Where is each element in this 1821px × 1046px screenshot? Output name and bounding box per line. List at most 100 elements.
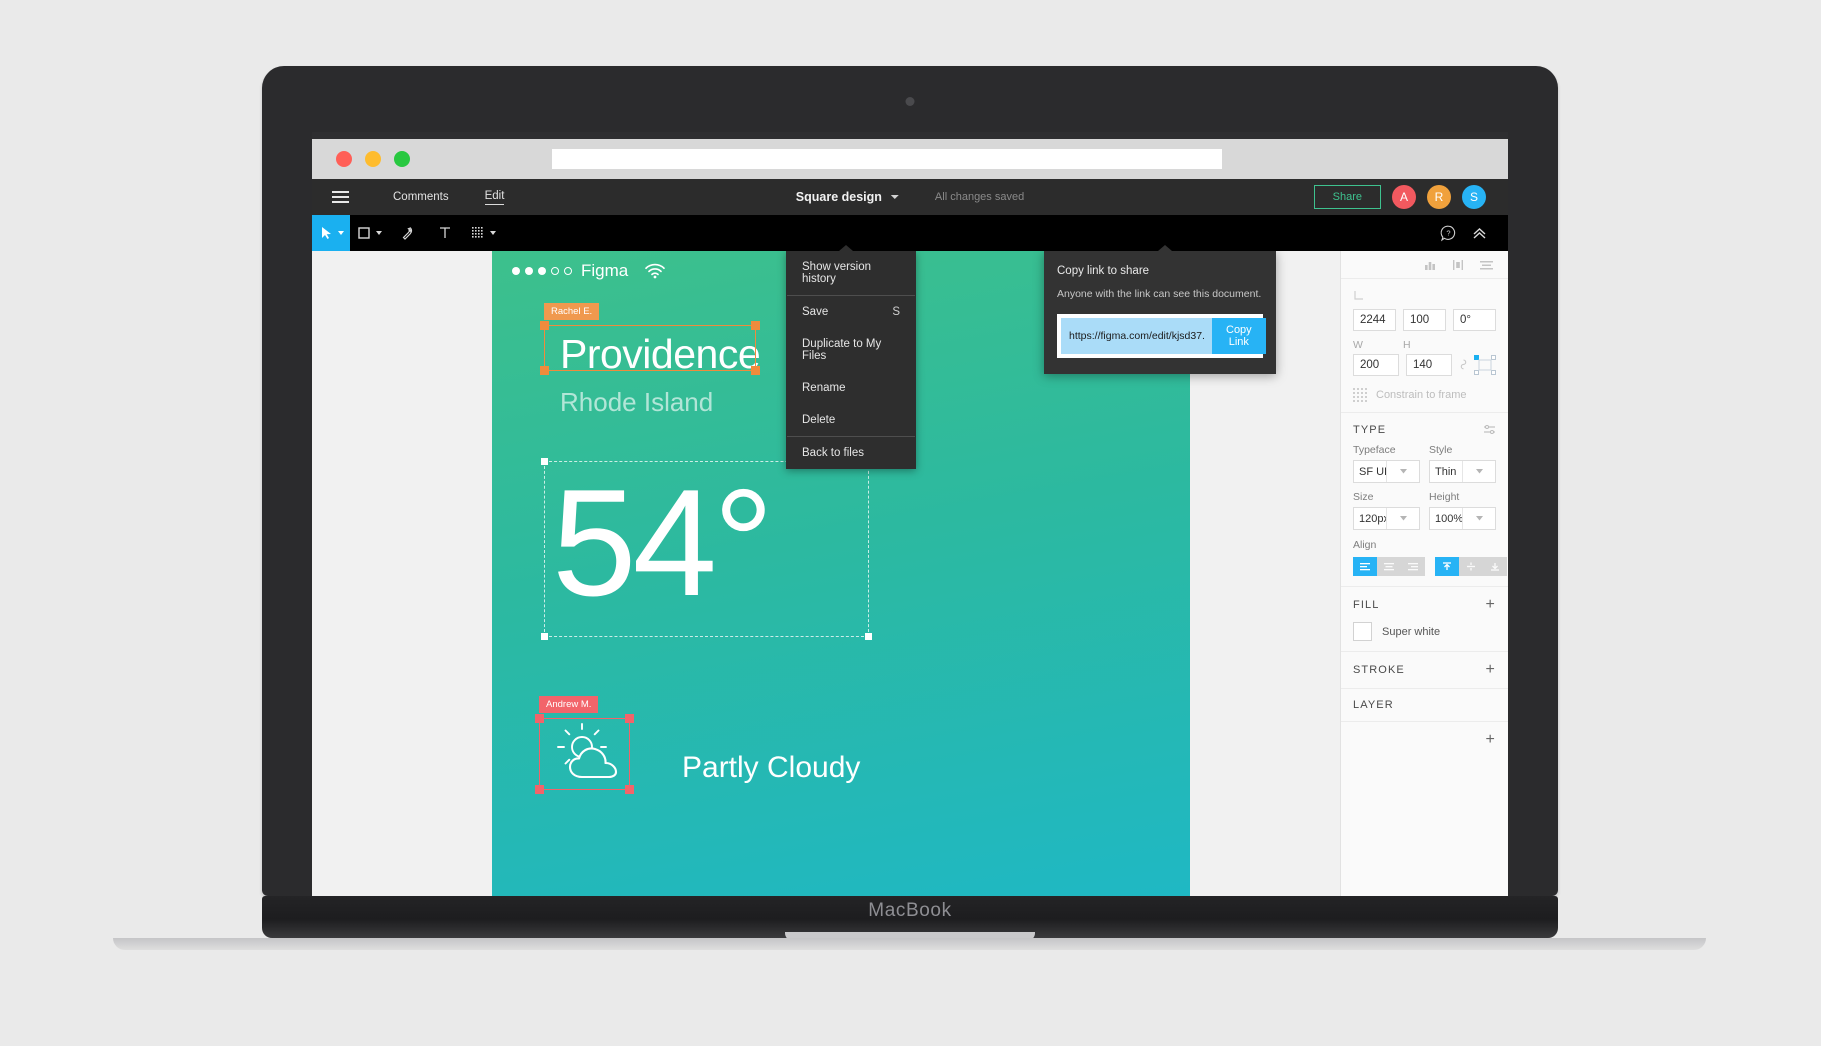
align-top-button[interactable]	[1435, 557, 1459, 576]
selection-weather-icon[interactable]	[535, 714, 634, 794]
copy-link-button[interactable]: Copy Link	[1212, 318, 1266, 354]
menu-item-label: Back to files	[802, 447, 864, 459]
y-field[interactable]: 100	[1403, 309, 1446, 331]
document-title-dropdown[interactable]: Square design	[796, 190, 899, 204]
line-height-select[interactable]: 100%	[1429, 507, 1496, 530]
fill-color-swatch[interactable]	[1353, 622, 1372, 641]
chevron-down-icon	[337, 231, 344, 235]
collapse-icon[interactable]	[1471, 225, 1488, 242]
layer-section: LAYER	[1341, 689, 1508, 722]
anchor-point-selector[interactable]	[1474, 355, 1496, 375]
constrain-label: Constrain to frame	[1376, 389, 1467, 401]
fill-swatch-row[interactable]: Super white	[1353, 622, 1496, 641]
w-label: W	[1353, 339, 1363, 351]
avatar[interactable]: A	[1392, 185, 1416, 209]
style-value: Thin	[1435, 465, 1457, 478]
chevron-down-icon	[375, 231, 382, 235]
align-left-button[interactable]	[1353, 557, 1377, 576]
menu-item-label: Rename	[802, 382, 846, 394]
laptop-foot	[113, 938, 1706, 950]
style-select[interactable]: Thin	[1429, 460, 1496, 483]
align-label: Align	[1353, 539, 1377, 551]
share-link-input[interactable]	[1061, 318, 1212, 354]
share-popover[interactable]: Copy link to share Anyone with the link …	[1044, 245, 1276, 374]
stroke-title: STROKE	[1353, 664, 1405, 676]
avatar[interactable]: R	[1427, 185, 1451, 209]
link-ratio-icon[interactable]	[1459, 357, 1468, 373]
document-title-area: Square design All changes saved	[796, 190, 1024, 204]
add-export-button[interactable]: +	[1486, 732, 1496, 748]
document-dropdown-menu[interactable]: Show version history Save S Duplicate to…	[786, 245, 916, 469]
avatar[interactable]: S	[1462, 185, 1486, 209]
menu-item-back-to-files[interactable]: Back to files	[786, 437, 916, 469]
text-tool-button[interactable]	[426, 215, 464, 251]
size-select[interactable]: 120px	[1353, 507, 1420, 530]
nav-item-edit[interactable]: Edit	[484, 190, 505, 205]
align-center-button[interactable]	[1377, 557, 1401, 576]
align-right-button[interactable]	[1401, 557, 1425, 576]
x-field[interactable]: 2244	[1353, 309, 1396, 331]
type-section: TYPE Typeface SF UI Dis...	[1341, 413, 1508, 587]
hamburger-icon[interactable]	[332, 191, 349, 203]
add-stroke-button[interactable]: +	[1486, 662, 1496, 678]
size-height-row: Size 120px Height 100%	[1353, 491, 1496, 530]
size-labels: W H	[1353, 339, 1496, 351]
align-vertical-icon[interactable]	[1451, 258, 1465, 272]
help-icon[interactable]: ?	[1440, 225, 1457, 242]
align-middle-button[interactable]	[1459, 557, 1483, 576]
typeface-style-row: Typeface SF UI Dis... Sty	[1353, 444, 1496, 483]
condition-label[interactable]: Partly Cloudy	[682, 751, 860, 785]
address-bar[interactable]	[552, 149, 1222, 169]
wifi-icon	[644, 263, 666, 279]
browser-titlebar-top	[312, 132, 1508, 139]
state-name[interactable]: Rhode Island	[560, 387, 713, 418]
height-field[interactable]: 140	[1406, 354, 1452, 376]
align-distribute-icon[interactable]	[1423, 258, 1437, 272]
add-fill-button[interactable]: +	[1486, 597, 1496, 613]
width-field[interactable]: 200	[1353, 354, 1399, 376]
popover-arrow	[1158, 245, 1172, 251]
minimize-window-button[interactable]	[365, 151, 381, 167]
fill-title: FILL	[1353, 599, 1380, 611]
shape-tool-button[interactable]	[350, 215, 388, 251]
rotation-field[interactable]: 0°	[1453, 309, 1496, 331]
menu-item-rename[interactable]: Rename	[786, 372, 916, 404]
nav-item-comments[interactable]: Comments	[393, 191, 449, 203]
selection-providence[interactable]	[540, 321, 760, 375]
typeface-select[interactable]: SF UI Dis...	[1353, 460, 1420, 483]
chevron-down-icon	[489, 231, 496, 235]
line-height-col: Height 100%	[1429, 491, 1496, 530]
layer-title: LAYER	[1353, 699, 1394, 711]
constrain-to-frame-row[interactable]: Constrain to frame	[1353, 388, 1496, 402]
align-list-icon[interactable]	[1479, 258, 1494, 272]
menu-item-save[interactable]: Save S	[786, 296, 916, 328]
copy-link-row: Copy Link	[1057, 314, 1266, 358]
menu-item-show-version-history[interactable]: Show version history	[786, 251, 916, 295]
stroke-header: STROKE +	[1353, 662, 1496, 678]
components-tool-button[interactable]	[464, 215, 502, 251]
move-tool-button[interactable]	[312, 215, 350, 251]
pen-tool-button[interactable]	[388, 215, 426, 251]
rotation-icon	[1353, 289, 1496, 303]
figma-app: Comments Edit Square design All changes …	[312, 179, 1508, 896]
share-button[interactable]: Share	[1313, 185, 1381, 209]
laptop-base: MacBook	[262, 896, 1558, 941]
menu-item-duplicate-to-my-files[interactable]: Duplicate to My Files	[786, 328, 916, 372]
share-popover-title: Copy link to share	[1057, 265, 1150, 277]
topbar-right: Share A R S	[1313, 185, 1486, 209]
menu-item-shortcut: S	[892, 306, 900, 318]
svg-text:?: ?	[1446, 228, 1450, 237]
type-settings-icon[interactable]	[1483, 423, 1496, 436]
chevron-down-icon	[1462, 508, 1495, 529]
menu-item-delete[interactable]: Delete	[786, 404, 916, 436]
close-window-button[interactable]	[336, 151, 352, 167]
webcam-icon	[905, 97, 915, 106]
export-header: +	[1353, 732, 1496, 748]
maximize-window-button[interactable]	[394, 151, 410, 167]
properties-panel: 2244 100 0° W H 200 140 Constrain to fra…	[1340, 251, 1508, 896]
align-bottom-button[interactable]	[1483, 557, 1507, 576]
position-fields: 2244 100 0°	[1353, 309, 1496, 331]
typeface-col: Typeface SF UI Dis...	[1353, 444, 1420, 483]
selection-temperature[interactable]	[541, 458, 872, 640]
type-title: TYPE	[1353, 423, 1387, 436]
